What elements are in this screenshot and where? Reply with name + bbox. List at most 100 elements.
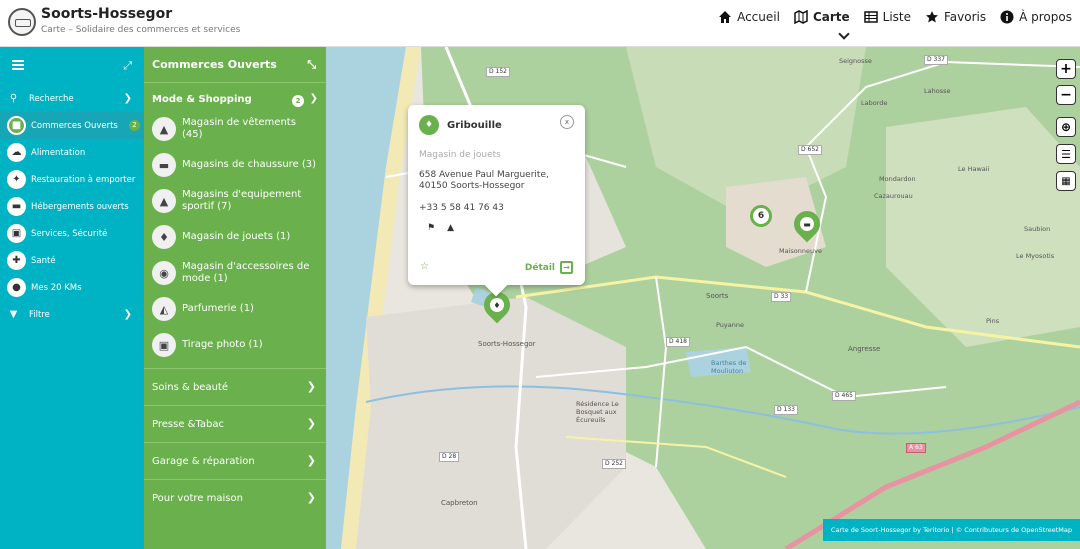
poi-address: 658 Avenue Paul Marguerite, 40150 Soorts… (419, 170, 574, 192)
address-line: 40150 Soorts-Hossegor (419, 181, 525, 191)
crosshair-icon: ⊕ (1060, 120, 1072, 134)
category-label: Magasin de vêtements (45) (182, 117, 296, 140)
shop-icon: ■ (7, 116, 26, 135)
map-style-button[interactable]: ▦ (1056, 171, 1076, 191)
list-icon (863, 11, 878, 23)
detail-button[interactable]: Détail → (525, 261, 573, 274)
poi-name: Gribouille (447, 119, 502, 131)
category-label: Parfumerie (1) (182, 303, 254, 314)
site-subtitle: Carte – Solidaire des commerces et servi… (41, 25, 241, 35)
sidebar-item-hebergements[interactable]: ▬ Hébergements ouverts (0, 193, 144, 220)
chevron-right-icon: ❯ (123, 93, 132, 104)
nav-apropos[interactable]: À propos (1000, 10, 1072, 24)
map-label: Mondardon (879, 175, 916, 183)
category-item[interactable]: ▲ Magasins d'equipement sportif (7) (144, 183, 326, 219)
chevron-right-icon: ❯ (306, 417, 316, 430)
popup-header: ♦ Gribouille (419, 115, 574, 135)
sidebar-item-restauration[interactable]: ✦ Restauration à emporter (0, 166, 144, 193)
toy-icon: ♦ (419, 115, 439, 135)
section-presse[interactable]: Presse &Tabac ❯ (144, 405, 326, 442)
sidebar-item-label: Services, Sécurité (31, 228, 108, 239)
nav-liste[interactable]: Liste (863, 10, 911, 24)
nav-carte[interactable]: Carte (794, 10, 850, 24)
takeaway-icon: ▲ (447, 223, 454, 233)
toy-icon: ♦ (152, 225, 176, 249)
sidebar-item-sante[interactable]: ✚ Santé (0, 247, 144, 274)
sidebar-item-alimentation[interactable]: ☁ Alimentation (0, 139, 144, 166)
chevron-down-icon (838, 28, 850, 40)
bed-icon: ▬ (7, 197, 26, 216)
section-soins[interactable]: Soins & beauté ❯ (144, 368, 326, 405)
section-label: Presse &Tabac (152, 418, 225, 430)
camera-icon: ▣ (152, 333, 176, 357)
filter-icon: ▼ (9, 309, 18, 320)
building-icon: ▣ (7, 224, 26, 243)
map-label: Soorts (706, 292, 729, 300)
nav-carte-label: Carte (812, 10, 850, 24)
road-label: D 28 (439, 452, 460, 462)
expand-icon[interactable]: ⤢ (123, 59, 132, 73)
layers-button[interactable]: ☰ (1056, 144, 1076, 164)
category-label: Magasin de jouets (1) (182, 231, 291, 242)
road-label: D 418 (666, 337, 690, 347)
zoom-in-button[interactable]: + (1056, 59, 1076, 79)
favorite-star-icon[interactable]: ☆ (420, 261, 429, 272)
toy-icon: ♦ (490, 298, 504, 312)
sidebar-top: ⤢ (0, 47, 144, 85)
glasses-icon: ◉ (152, 261, 176, 285)
basket-icon: ☁ (7, 143, 26, 162)
count-badge: 2 (129, 120, 140, 131)
sidebar-item-label: Mes 20 KMs (31, 282, 82, 293)
road-label: D 465 (832, 391, 856, 401)
category-label: Magasin d'accessoires de mode (1) (182, 261, 310, 284)
category-item[interactable]: ▣ Tirage photo (1) (144, 327, 326, 363)
locate-button[interactable]: ⊕ (1056, 117, 1076, 137)
close-button[interactable]: x (560, 115, 574, 129)
sidebar-item-label: Commerces Ouverts (31, 120, 118, 131)
chevron-right-icon: ❯ (306, 380, 316, 393)
nav-favoris[interactable]: Favoris (925, 10, 986, 24)
nav-apropos-label: À propos (1019, 10, 1072, 24)
map-icon (794, 10, 808, 24)
external-link-icon: → (560, 261, 573, 274)
sidebar-item-filtre[interactable]: ▼ Filtre ❯ (0, 301, 144, 328)
person-icon: ● (7, 278, 26, 297)
category-item[interactable]: ◭ Parfumerie (1) (144, 291, 326, 327)
road-label: D 252 (602, 459, 626, 469)
section-garage[interactable]: Garage & réparation ❯ (144, 442, 326, 479)
road-label: D 152 (486, 67, 510, 77)
panel-title: Commerces Ouverts (152, 58, 277, 71)
map-label: Puyanne (716, 321, 744, 329)
sidebar-item-label: Restauration à emporter (31, 174, 136, 185)
sidebar-item-20km[interactable]: ● Mes 20 KMs (0, 274, 144, 301)
sidebar-item-commerces[interactable]: ■ Commerces Ouverts 2 (0, 112, 144, 139)
category-item[interactable]: ♦ Magasin de jouets (1) (144, 219, 326, 255)
nav-accueil[interactable]: Accueil (718, 10, 780, 24)
section-maison[interactable]: Pour votre maison ❯ (144, 479, 326, 516)
site-title[interactable]: Soorts-Hossegor (41, 6, 172, 22)
collapse-icon[interactable]: ⤡ (307, 58, 316, 72)
shoe-icon: ▬ (800, 217, 814, 231)
sidebar-item-recherche[interactable]: ⚲ Recherche ❯ (0, 85, 144, 112)
chevron-right-icon: ❯ (306, 491, 316, 504)
site-logo[interactable] (8, 8, 36, 36)
section-label: Soins & beauté (152, 381, 228, 393)
chevron-right-icon: ❯ (306, 454, 316, 467)
sidebar-item-label: Hébergements ouverts (31, 201, 129, 212)
sidebar-item-services[interactable]: ▣ Services, Sécurité (0, 220, 144, 247)
category-item[interactable]: ▲ Magasin de vêtements (45) (144, 111, 326, 147)
accessibility-icon: ⚑ (427, 223, 436, 233)
map-label: Soorts-Hossegor (478, 340, 536, 348)
group-header-mode[interactable]: Mode & Shopping 2 ❯ (144, 83, 326, 111)
map-attribution[interactable]: Carte de Soort-Hossegor by Teritorio | ©… (822, 519, 1080, 541)
search-icon: ⚲ (9, 93, 18, 104)
map-label: Cazaurouau (874, 192, 913, 200)
menu-icon[interactable] (12, 60, 24, 70)
chevron-down-icon: ❯ (309, 93, 318, 104)
cluster-marker[interactable]: 6 (750, 205, 772, 227)
zoom-out-button[interactable]: − (1056, 85, 1076, 105)
category-item[interactable]: ◉ Magasin d'accessoires de mode (1) (144, 255, 326, 291)
category-item[interactable]: ▬ Magasins de chaussure (3) (144, 147, 326, 183)
map-label: Maisonneuve (779, 247, 822, 255)
poi-phone[interactable]: +33 5 58 41 76 43 (419, 203, 574, 213)
